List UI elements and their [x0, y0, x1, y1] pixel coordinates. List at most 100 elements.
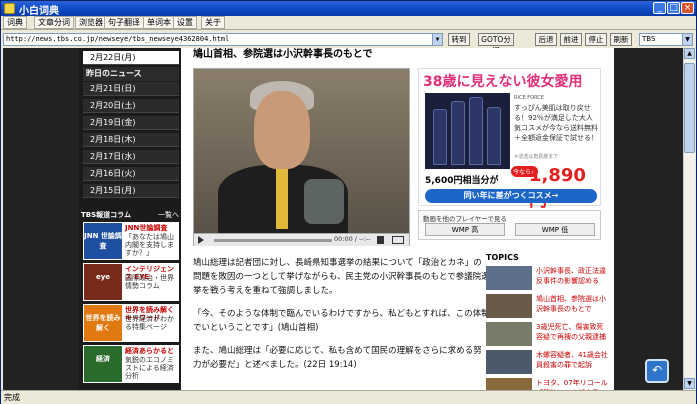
goto-segmentation-button[interactable]: GOTO分词: [478, 33, 514, 55]
status-bar: 完成: [1, 390, 696, 404]
topic-item[interactable]: 鳩山首相、参院選は小沢幹事長のもとで: [486, 294, 610, 320]
column-title: 経済あらかると: [125, 347, 174, 355]
title-bar[interactable]: 小白词典 _ □ ×: [1, 1, 696, 17]
video-progress-bar[interactable]: [214, 239, 332, 242]
ad-cta-button[interactable]: 同い年に差がつくコスメ→: [425, 189, 597, 203]
url-text: http://news.tbs.co.jp/newseye/tbs_newsey…: [6, 35, 230, 43]
maximize-button[interactable]: □: [667, 2, 680, 14]
article-paragraph: 「今、そのような体制で臨んでいるわけですから、私どもとすれば、この体制でいという…: [193, 309, 490, 333]
topic-item[interactable]: 3歳児死亡、傷害致死容疑で再捜の父親逮捕: [486, 322, 610, 348]
date-link[interactable]: 2月18日(木): [83, 133, 179, 147]
ad-regular-price: 5,600円相当分が: [425, 176, 499, 186]
video-figure-face: [254, 91, 310, 169]
yesterday-news-heading: 昨日のニュース: [83, 67, 179, 81]
column-more-link[interactable]: 一覧へ: [158, 210, 179, 220]
menu-dictionary[interactable]: 词典: [3, 16, 27, 29]
column-item[interactable]: 経済 経済あらかると 気鋭のエコノミストによる経済分析: [83, 345, 179, 383]
topic-thumbnail: [486, 350, 532, 374]
column-desc: 世界経済がわかる特集ページ: [125, 315, 174, 331]
scroll-up-icon[interactable]: ▲: [684, 48, 695, 59]
menu-wordbook[interactable]: 单词本: [143, 16, 175, 29]
stop-button[interactable]: 停止: [585, 33, 607, 46]
video-controls: 00:00 / --:--: [194, 233, 409, 246]
column-thumbnail: JNN 世論調査: [84, 223, 122, 259]
article-body: 鳩山総理は記者団に対し、長崎県知事選挙の結果について「政治とカネ」の問題を敗因の…: [193, 256, 490, 381]
column-thumbnail: 経済: [84, 346, 122, 382]
menu-settings[interactable]: 设置: [173, 16, 197, 29]
topic-item[interactable]: 小沢幹事長、政正法違反事件の影響認める: [486, 266, 610, 292]
address-bar: http://news.tbs.co.jp/newseye/tbs_newsey…: [1, 31, 696, 55]
column-item[interactable]: 世界を読み解く 世界を読み解くキーワード 世界経済がわかる特集ページ: [83, 304, 179, 342]
play-icon[interactable]: [198, 236, 204, 244]
browser-viewport: 2月22日(月) 昨日のニュース 2月21日(日) 2月20日(土) 2月19日…: [3, 48, 683, 390]
forward-button[interactable]: 前进: [560, 33, 582, 46]
minimize-button[interactable]: _: [653, 2, 666, 14]
topic-item[interactable]: トヨタ、07年リコール「節約との内部文書: [486, 378, 610, 390]
go-button[interactable]: 转到: [448, 33, 470, 46]
topic-item[interactable]: 木螺容疑者、41歳会社員殺害の罪で起訴: [486, 350, 610, 376]
video-frame[interactable]: [194, 69, 409, 233]
column-desc: 国際政治・世界情勢コラム: [125, 274, 174, 290]
date-link[interactable]: 2月16日(火): [83, 167, 179, 181]
column-thumbnail: eye: [84, 264, 122, 300]
topic-thumbnail: [486, 294, 532, 318]
site-select[interactable]: TBS ▼: [639, 33, 693, 46]
app-window: 小白词典 _ □ × 词典 文章分词 浏览器 句子翻译 单词本 设置 关于 ht…: [0, 0, 697, 404]
column-thumbnail: 世界を読み解く: [84, 305, 122, 341]
topics-heading: TOPICS: [486, 253, 519, 262]
web-page: 2月22日(月) 昨日のニュース 2月21日(日) 2月20日(土) 2月19日…: [79, 48, 614, 390]
date-link[interactable]: 2月20日(土): [83, 99, 179, 113]
video-player[interactable]: 00:00 / --:--: [193, 68, 410, 246]
date-link[interactable]: 2月19日(金): [83, 116, 179, 130]
article-headline: 鳩山首相、参院選は小沢幹事長のもとで: [193, 49, 373, 60]
topic-thumbnail: [486, 266, 532, 290]
site-dropdown-icon[interactable]: ▼: [682, 34, 692, 45]
wmp-high-button[interactable]: WMP 高: [425, 223, 505, 236]
window-title: 小白词典: [19, 6, 59, 17]
volume-icon[interactable]: [377, 236, 384, 244]
close-button[interactable]: ×: [681, 2, 694, 14]
date-link[interactable]: 2月21日(日): [83, 82, 179, 96]
ad-bottle: [451, 101, 465, 165]
column-item[interactable]: eye インテリジェンス EYE 国際政治・世界情勢コラム: [83, 263, 179, 301]
column-desc: 気鋭のエコノミストによる経済分析: [125, 356, 174, 380]
column-heading: TBS報道コラム 一覧へ: [81, 210, 179, 220]
menu-browser[interactable]: 浏览器: [75, 16, 107, 29]
fullscreen-icon[interactable]: [392, 236, 404, 244]
article-paragraph: 鳩山総理は記者団に対し、長崎県知事選挙の結果について「政治とカネ」の問題を敗因の…: [193, 258, 490, 296]
menu-about[interactable]: 关于: [201, 16, 225, 29]
date-link[interactable]: 2月15日(月): [83, 184, 179, 198]
column-item[interactable]: JNN 世論調査 JNN世論調査 「あなたは鳩山内閣を支持しますか？」: [83, 222, 179, 260]
menu-article-segmentation[interactable]: 文章分词: [34, 16, 74, 29]
date-link[interactable]: 2月17日(水): [83, 150, 179, 164]
column-title: JNN世論調査: [125, 224, 168, 232]
back-button[interactable]: 后退: [535, 33, 557, 46]
advertisement[interactable]: 38歳に見えない彼女愛用 RICE FORCE すっぴん美肌は取り戻せる！92％…: [418, 68, 601, 211]
refresh-button[interactable]: 刷新: [610, 33, 632, 46]
vertical-scrollbar[interactable]: ▲ ▼: [683, 48, 695, 390]
scroll-down-icon[interactable]: ▼: [684, 378, 695, 389]
alt-player-label: 動画を他のプレイヤーで見る: [423, 215, 507, 223]
article-paragraph: また、鳩山総理は「必要に応じて、私も含めて国民の理解をさらに求める努力が必要だ」…: [193, 346, 482, 370]
column-desc: 「あなたは鳩山内閣を支持しますか？」: [125, 233, 174, 257]
date-link-current[interactable]: 2月22日(月): [83, 51, 179, 65]
ad-bottle: [469, 97, 483, 165]
topic-title: 鳩山首相、参院選は小沢幹事長のもとで: [536, 295, 606, 313]
url-input[interactable]: http://news.tbs.co.jp/newseye/tbs_newsey…: [3, 33, 443, 46]
topic-title: 小沢幹事長、政正法違反事件の影響認める: [536, 267, 606, 285]
menu-sentence-translation[interactable]: 句子翻译: [104, 16, 144, 29]
alt-player-box: 動画を他のプレイヤーで見る WMP 高 WMP 低: [418, 210, 601, 240]
url-dropdown-icon[interactable]: ▼: [432, 34, 442, 45]
ad-bottle: [487, 107, 501, 165]
ad-headline: 38歳に見えない彼女愛用: [423, 74, 583, 90]
topic-thumbnail: [486, 322, 532, 346]
news-sidebar: 2月22日(月) 昨日のニュース 2月21日(日) 2月20日(土) 2月19日…: [79, 48, 181, 390]
floating-translate-icon[interactable]: ↶: [645, 359, 669, 383]
ad-bottle: [433, 109, 447, 165]
scroll-thumb[interactable]: [684, 63, 695, 153]
ad-brand: RICE FORCE: [514, 95, 544, 101]
video-figure-tie: [276, 169, 288, 229]
topic-thumbnail: [486, 378, 532, 390]
ad-product-image: [425, 93, 510, 169]
wmp-low-button[interactable]: WMP 低: [515, 223, 595, 236]
